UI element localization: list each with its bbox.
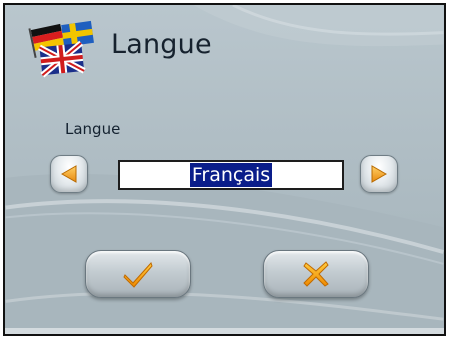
next-language-button[interactable] xyxy=(360,155,398,193)
language-value-field[interactable]: Français xyxy=(118,160,344,190)
arrow-left-icon xyxy=(60,165,77,183)
arrow-right-icon xyxy=(371,165,388,183)
language-screen: Langue Langue Français xyxy=(3,3,446,336)
checkmark-icon xyxy=(123,262,153,288)
cancel-button[interactable] xyxy=(263,250,369,298)
language-value: Français xyxy=(189,163,273,187)
confirm-button[interactable] xyxy=(85,250,191,298)
cross-icon xyxy=(303,261,329,287)
bottom-strip xyxy=(5,328,444,334)
previous-language-button[interactable] xyxy=(50,155,88,193)
page-title: Langue xyxy=(111,29,212,60)
flags-icon xyxy=(27,19,99,81)
language-label: Langue xyxy=(65,120,121,138)
